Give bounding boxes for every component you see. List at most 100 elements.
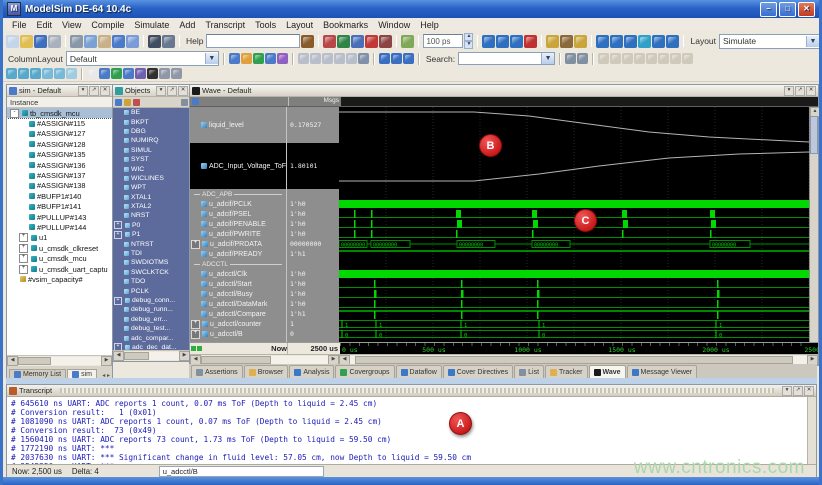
tree-item-u-cmsdk-uart-captu[interactable]: +u_cmsdk_uart_captu bbox=[7, 264, 112, 274]
filter-menu-icon[interactable] bbox=[181, 99, 188, 106]
sim-float-icon[interactable]: ↗ bbox=[89, 86, 99, 96]
print-icon[interactable] bbox=[48, 35, 61, 48]
object-item-p0[interactable]: +P0 bbox=[113, 221, 190, 230]
tree-item--assign-138[interactable]: #ASSIGN#138 bbox=[7, 181, 112, 191]
stop-run-icon[interactable] bbox=[524, 35, 537, 48]
grid-settings-icon[interactable] bbox=[346, 53, 357, 64]
window-tab-message-viewer[interactable]: Message Viewer bbox=[627, 365, 698, 378]
object-item-p1[interactable]: +P1 bbox=[113, 230, 190, 239]
object-item-nrst[interactable]: NRST bbox=[113, 211, 190, 220]
find-regexp-icon[interactable] bbox=[565, 53, 576, 64]
find-options-icon[interactable] bbox=[577, 53, 588, 64]
sim-horizontal-scrollbar[interactable]: ◀ ▶ bbox=[7, 355, 112, 366]
copy-icon[interactable] bbox=[84, 35, 97, 48]
simulate-icon[interactable] bbox=[351, 35, 364, 48]
toggle-leaf-names-icon[interactable] bbox=[310, 53, 321, 64]
tree-item--assign-137[interactable]: #ASSIGN#137 bbox=[7, 170, 112, 180]
wave-signal-u-adcif-pclk[interactable]: u_adcif/PCLK bbox=[190, 199, 286, 209]
close-button[interactable]: ✕ bbox=[798, 2, 815, 17]
step-forward-icon[interactable] bbox=[652, 35, 665, 48]
scroll-left-icon[interactable]: ◀ bbox=[7, 356, 18, 366]
minimize-button[interactable]: – bbox=[760, 2, 777, 17]
expand-plus-icon[interactable]: + bbox=[19, 254, 28, 263]
expand-plus-icon[interactable]: + bbox=[114, 231, 122, 239]
menu-file[interactable]: File bbox=[7, 20, 32, 30]
tree-item--assign-136[interactable]: #ASSIGN#136 bbox=[7, 160, 112, 170]
columnlayout-combo[interactable]: Default▼ bbox=[66, 51, 219, 66]
chevron-down-icon[interactable]: ▼ bbox=[806, 36, 819, 47]
wave-group-divider-adcctl[interactable]: ADCCTL bbox=[190, 259, 286, 269]
tree-item--assign-128[interactable]: #ASSIGN#128 bbox=[7, 139, 112, 149]
filter-name-icon[interactable] bbox=[115, 99, 122, 106]
tree-item--pullup-144[interactable]: #PULLUP#144 bbox=[7, 222, 112, 232]
restart-icon[interactable] bbox=[401, 35, 414, 48]
zoom-in-icon[interactable] bbox=[6, 68, 17, 79]
msgs-column-header[interactable]: Msgs bbox=[288, 97, 341, 106]
transcript-scrollbar[interactable] bbox=[807, 397, 816, 464]
layout-combo[interactable]: Simulate▼ bbox=[719, 34, 820, 49]
tree-item--pullup-143[interactable]: #PULLUP#143 bbox=[7, 212, 112, 222]
tree-item--assign-115[interactable]: #ASSIGN#115 bbox=[7, 118, 112, 128]
wave-signal-u-adcif-prdata[interactable]: +u_adcif/PRDATA bbox=[190, 239, 286, 249]
object-item-tdi[interactable]: TDI bbox=[113, 249, 190, 258]
tree-item--bufp1-140[interactable]: #BUFP1#140 bbox=[7, 191, 112, 201]
chevron-down-icon[interactable]: ▼ bbox=[205, 53, 218, 64]
step-over-icon[interactable] bbox=[610, 35, 623, 48]
edit-mode-icon[interactable] bbox=[670, 53, 681, 64]
undo-icon[interactable] bbox=[112, 35, 125, 48]
edit-wave-icon[interactable] bbox=[358, 53, 369, 64]
sim-panel-header[interactable]: sim - Default ▾ ↗ ✕ bbox=[7, 85, 112, 97]
wave-signal-u-adcctl-busy[interactable]: u_adcctl/Busy bbox=[190, 289, 286, 299]
search-input[interactable]: ▼ bbox=[458, 52, 555, 65]
object-item-debug-conn-[interactable]: +debug_conn... bbox=[113, 296, 190, 305]
compile-icon[interactable] bbox=[323, 35, 336, 48]
tree-item--assign-135[interactable]: #ASSIGN#135 bbox=[7, 150, 112, 160]
step-current-icon[interactable] bbox=[666, 35, 679, 48]
wave-signal-u-adcif-penable[interactable]: u_adcif/PENABLE bbox=[190, 219, 286, 229]
open-folder-icon[interactable] bbox=[20, 35, 33, 48]
wave-stretch-icon[interactable] bbox=[171, 68, 182, 79]
collapse-columns-icon[interactable] bbox=[334, 53, 345, 64]
tree-item-u-cmsdk-mcu[interactable]: +u_cmsdk_mcu bbox=[7, 253, 112, 263]
transcript-header[interactable]: Transcript ▾ ↗ ✕ bbox=[7, 385, 816, 397]
run-all-icon[interactable] bbox=[510, 35, 523, 48]
menu-simulate[interactable]: Simulate bbox=[129, 20, 174, 30]
add-to-wave-icon[interactable] bbox=[241, 53, 252, 64]
sim-dock-icon[interactable]: ▾ bbox=[78, 86, 88, 96]
instance-column-header[interactable]: Instance bbox=[7, 97, 112, 108]
object-item-debug-err-[interactable]: debug_err... bbox=[113, 315, 190, 324]
wave-signal-u-adcctl-compare[interactable]: u_adcctl/Compare bbox=[190, 309, 286, 319]
window-tab-analysis[interactable]: Analysis bbox=[289, 365, 334, 378]
expand-plus-icon[interactable]: + bbox=[19, 244, 28, 253]
object-item-simul[interactable]: SIMUL bbox=[113, 146, 190, 155]
menu-window[interactable]: Window bbox=[373, 20, 415, 30]
expand-plus-icon[interactable]: + bbox=[191, 330, 200, 339]
object-item-syst[interactable]: SYST bbox=[113, 155, 190, 164]
wave-signal-u-adcif-pwrite[interactable]: u_adcif/PWRITE bbox=[190, 229, 286, 239]
maximize-button[interactable]: □ bbox=[779, 2, 796, 17]
wave-timeline[interactable]: 0 us500 us1000 us1500 us2000 us2500 bbox=[340, 343, 818, 354]
wave-signal-u-adcif-pready[interactable]: u_adcif/PREADY bbox=[190, 249, 286, 259]
zoom-full-icon[interactable] bbox=[30, 68, 41, 79]
help-jump-icon[interactable] bbox=[301, 35, 314, 48]
wave-group-divider-adc_apb[interactable]: ADC_APB bbox=[190, 189, 286, 199]
objects-close-icon[interactable]: ✕ bbox=[178, 86, 188, 96]
wave-create-icon[interactable] bbox=[111, 68, 122, 79]
object-item-bkpt[interactable]: BKPT bbox=[113, 117, 190, 126]
object-item-debug-test-[interactable]: debug_test... bbox=[113, 324, 190, 333]
add-to-log-icon[interactable] bbox=[277, 53, 288, 64]
object-item-adc-compar-[interactable]: adc_compar... bbox=[113, 333, 190, 342]
insert-row-icon[interactable] bbox=[298, 53, 309, 64]
wave-insert-icon[interactable] bbox=[123, 68, 134, 79]
transcript-close-icon[interactable]: ✕ bbox=[804, 386, 814, 396]
paste-icon[interactable] bbox=[98, 35, 111, 48]
object-item-wpt[interactable]: WPT bbox=[113, 183, 190, 192]
wave-signal-u-adcctl-b[interactable]: +u_adcctl/B bbox=[190, 329, 286, 339]
nav-reload-icon[interactable] bbox=[403, 53, 414, 64]
examine-hand-icon[interactable] bbox=[574, 35, 587, 48]
cut-icon[interactable] bbox=[70, 35, 83, 48]
expand-plus-icon[interactable]: + bbox=[19, 265, 28, 274]
expand-plus-icon[interactable]: + bbox=[114, 297, 122, 305]
tree-item--assign-127[interactable]: #ASSIGN#127 bbox=[7, 129, 112, 139]
menu-edit[interactable]: Edit bbox=[32, 20, 58, 30]
